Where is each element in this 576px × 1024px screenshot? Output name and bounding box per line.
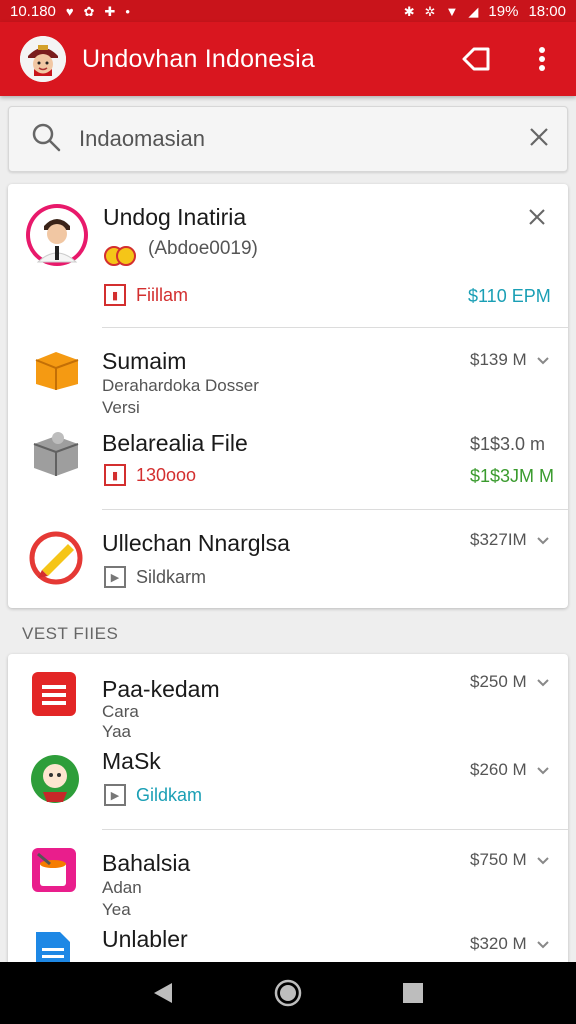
status-time: 10.180 [10,2,56,20]
list-item[interactable]: Paa-kedam Cara Yaa $250 M [8,654,568,742]
status-bar: 10.180 ♥ ✿ ✚ • ✱ ✲ ▼ ◢ 19% 18:00 [0,0,576,22]
vibrate-icon: ✲ [424,3,436,19]
item-title: Sumaim [102,348,187,374]
list-item[interactable]: MaSk ▶ Gildkam $260 M [8,742,568,830]
play-icon: ▶ [104,784,126,806]
app-bar: Undovhan Indonesia [0,22,576,96]
chevron-down-icon[interactable] [536,534,550,548]
film-icon: ▮ [104,464,126,486]
item-price: $327IM [470,530,527,549]
chevron-down-icon[interactable] [536,676,550,690]
close-icon[interactable] [528,208,546,226]
close-icon[interactable] [529,127,549,152]
item-price: $320 M [470,934,527,953]
chevron-down-icon[interactable] [536,354,550,368]
list-item[interactable]: Ullechan Nnarglsa ▶ Sildkarm $327IM [8,510,568,608]
battery-percent: 19% [488,2,519,20]
badge-icon [104,242,138,270]
item-title: Paa-kedam [102,676,220,702]
recents-icon[interactable] [393,973,433,1013]
avatar [26,204,88,266]
featured-tag[interactable]: ▮ Fiillam [104,284,188,306]
section-label: VEST FIIES [22,624,119,643]
item-subtitle-2: Yaa [102,722,131,741]
item-title: Belarealia File [102,430,248,456]
chevron-down-icon[interactable] [536,854,550,868]
search-input[interactable] [79,126,529,152]
featured-item[interactable]: Undog Inatiria (Abdoe0019) ▮ Fiillam $11… [8,184,568,328]
box-icon [32,346,82,392]
item-subtitle: Derahardoka Dosser [102,376,259,395]
back-icon[interactable] [143,973,183,1013]
item-title: MaSk [102,748,161,774]
search-icon [31,122,61,157]
tag-icon[interactable] [458,41,494,77]
featured-title: Undog Inatiria [103,204,247,230]
signal-icon: ◢ [468,3,479,19]
item-tag[interactable]: ▶ Sildkarm [104,566,206,588]
document-icon [30,670,78,718]
wifi-icon: ▼ [445,3,459,19]
featured-subtitle: (Abdoe0019) [148,238,258,259]
paint-bucket-icon [30,846,78,894]
cube-icon [28,428,84,478]
item-price: $250 M [470,672,527,691]
mask-icon [30,754,80,804]
item-price: $750 M [470,850,527,869]
featured-price: $110 EPM [468,286,551,306]
play-icon: ▶ [104,566,126,588]
item-title: Unlabler [102,926,188,952]
chevron-down-icon[interactable] [536,938,550,952]
status-clock: 18:00 [528,2,566,20]
film-icon: ▮ [104,284,126,306]
notification-icon: ♥ [65,3,74,19]
item-price: $260 M [470,760,527,779]
item-price-secondary: $1$3JM M [470,466,555,486]
item-tag[interactable]: ▶ Gildkam [104,784,202,806]
item-subtitle: Cara [102,702,139,721]
app-title: Undovhan Indonesia [82,44,315,73]
list-item[interactable]: Bahalsia Adan Yea $750 M [8,830,568,919]
pencil-icon [28,530,84,586]
app-logo [20,36,66,82]
item-price: $139 M [470,350,527,369]
settings-status-icon: ✿ [83,3,95,19]
more-vert-icon[interactable] [524,41,560,77]
search-bar[interactable] [8,106,568,172]
item-title: Ullechan Nnarglsa [102,530,290,556]
navigation-bar [0,962,576,1024]
results-card: Undog Inatiria (Abdoe0019) ▮ Fiillam $11… [8,184,568,608]
item-tag[interactable]: ▮ 130ooo [104,464,196,486]
dot-icon: • [125,3,130,19]
list-item[interactable]: Sumaim Derahardoka Dosser Versi $139 M [8,328,568,417]
item-price: $1$3.0 m [470,434,546,454]
bluetooth-icon: ✱ [403,3,415,19]
list-item[interactable]: Belarealia File ▮ 130ooo $1$3.0 m $1$3JM… [8,414,568,510]
game-icon: ✚ [104,3,116,19]
home-icon[interactable] [268,973,308,1013]
files-card: Paa-kedam Cara Yaa $250 M MaSk ▶ Gildkam… [8,654,568,974]
item-subtitle: Adan [102,878,142,897]
item-title: Bahalsia [102,850,191,876]
chevron-down-icon[interactable] [536,764,550,778]
